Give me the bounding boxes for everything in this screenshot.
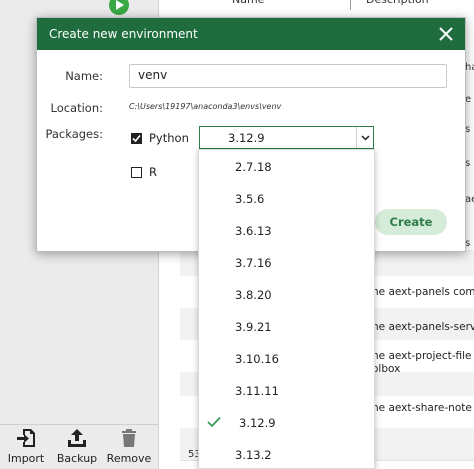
package-description: he aext-share-note [372, 402, 472, 414]
version-option-label: 3.13.2 [235, 448, 272, 462]
location-label: Location: [50, 101, 103, 115]
version-option[interactable]: 3.7.16 [199, 247, 374, 279]
chevron-down-icon[interactable] [356, 127, 373, 148]
version-option-label: 3.8.20 [235, 288, 272, 302]
version-option[interactable]: 2.7.18 [199, 151, 374, 183]
checkmark-icon [207, 416, 221, 428]
version-option[interactable]: 3.6.13 [199, 215, 374, 247]
column-separator [350, 0, 351, 10]
version-option[interactable]: 3.9.21 [199, 311, 374, 343]
backup-icon [65, 427, 89, 449]
version-option-selected[interactable]: 3.12.9 [199, 407, 374, 439]
trash-icon [117, 427, 141, 449]
version-option-label: 3.10.16 [235, 352, 279, 366]
import-label: Import [7, 452, 45, 465]
version-option[interactable]: 3.8.20 [199, 279, 374, 311]
python-checkbox[interactable] [131, 133, 142, 144]
version-option-label: 2.7.18 [235, 160, 272, 174]
create-button[interactable]: Create [375, 209, 447, 235]
package-description: he aext-panels-serv [372, 321, 474, 333]
divider [0, 424, 158, 425]
play-icon[interactable] [108, 0, 130, 16]
package-description-fragment: ae [465, 194, 474, 205]
column-header-description[interactable]: Description [366, 0, 429, 10]
import-button[interactable]: Import [0, 427, 52, 467]
r-checkbox[interactable] [131, 167, 142, 178]
app-window: Import Backup Remove Name D [0, 0, 474, 469]
backup-label: Backup [56, 452, 98, 465]
python-version-select[interactable]: 3.12.9 [199, 126, 374, 149]
version-option[interactable]: 3.11.11 [199, 375, 374, 407]
python-version-dropdown: 2.7.18 3.5.6 3.6.13 3.7.16 3.8.20 3.9.21… [198, 149, 375, 469]
location-value: C:\Users\19197\anaconda3\envs\venv [129, 102, 282, 111]
version-option-label: 3.5.6 [235, 192, 265, 206]
name-label: Name: [65, 69, 103, 83]
python-label: Python [149, 131, 189, 145]
import-icon [14, 427, 38, 449]
package-description: he aext-panels com [372, 286, 474, 298]
version-option-label: 3.6.13 [235, 224, 272, 238]
selected-version: 3.12.9 [228, 130, 265, 145]
version-option[interactable]: 3.5.6 [199, 183, 374, 215]
package-description: he aext-project-file [372, 350, 472, 362]
version-option[interactable]: 3.10.16 [199, 343, 374, 375]
r-label: R [149, 165, 157, 179]
version-option-label: 3.11.11 [235, 384, 279, 398]
version-option[interactable]: 3.13.2 [199, 439, 374, 469]
remove-button[interactable]: Remove [103, 427, 155, 467]
version-option-label: 3.12.9 [239, 416, 276, 430]
backup-button[interactable]: Backup [51, 427, 103, 467]
packages-label: Packages: [45, 127, 103, 141]
close-icon[interactable] [437, 25, 455, 43]
remove-label: Remove [106, 452, 152, 465]
dialog-header: Create new environment [37, 18, 465, 50]
name-input[interactable]: venv [129, 64, 447, 88]
package-description-fragment: ha [465, 62, 474, 73]
dialog-title: Create new environment [49, 27, 198, 41]
column-header-name[interactable]: Name [232, 0, 264, 10]
package-description: olbox [372, 363, 401, 375]
version-option-label: 3.7.16 [235, 256, 272, 270]
version-option-label: 3.9.21 [235, 320, 272, 334]
